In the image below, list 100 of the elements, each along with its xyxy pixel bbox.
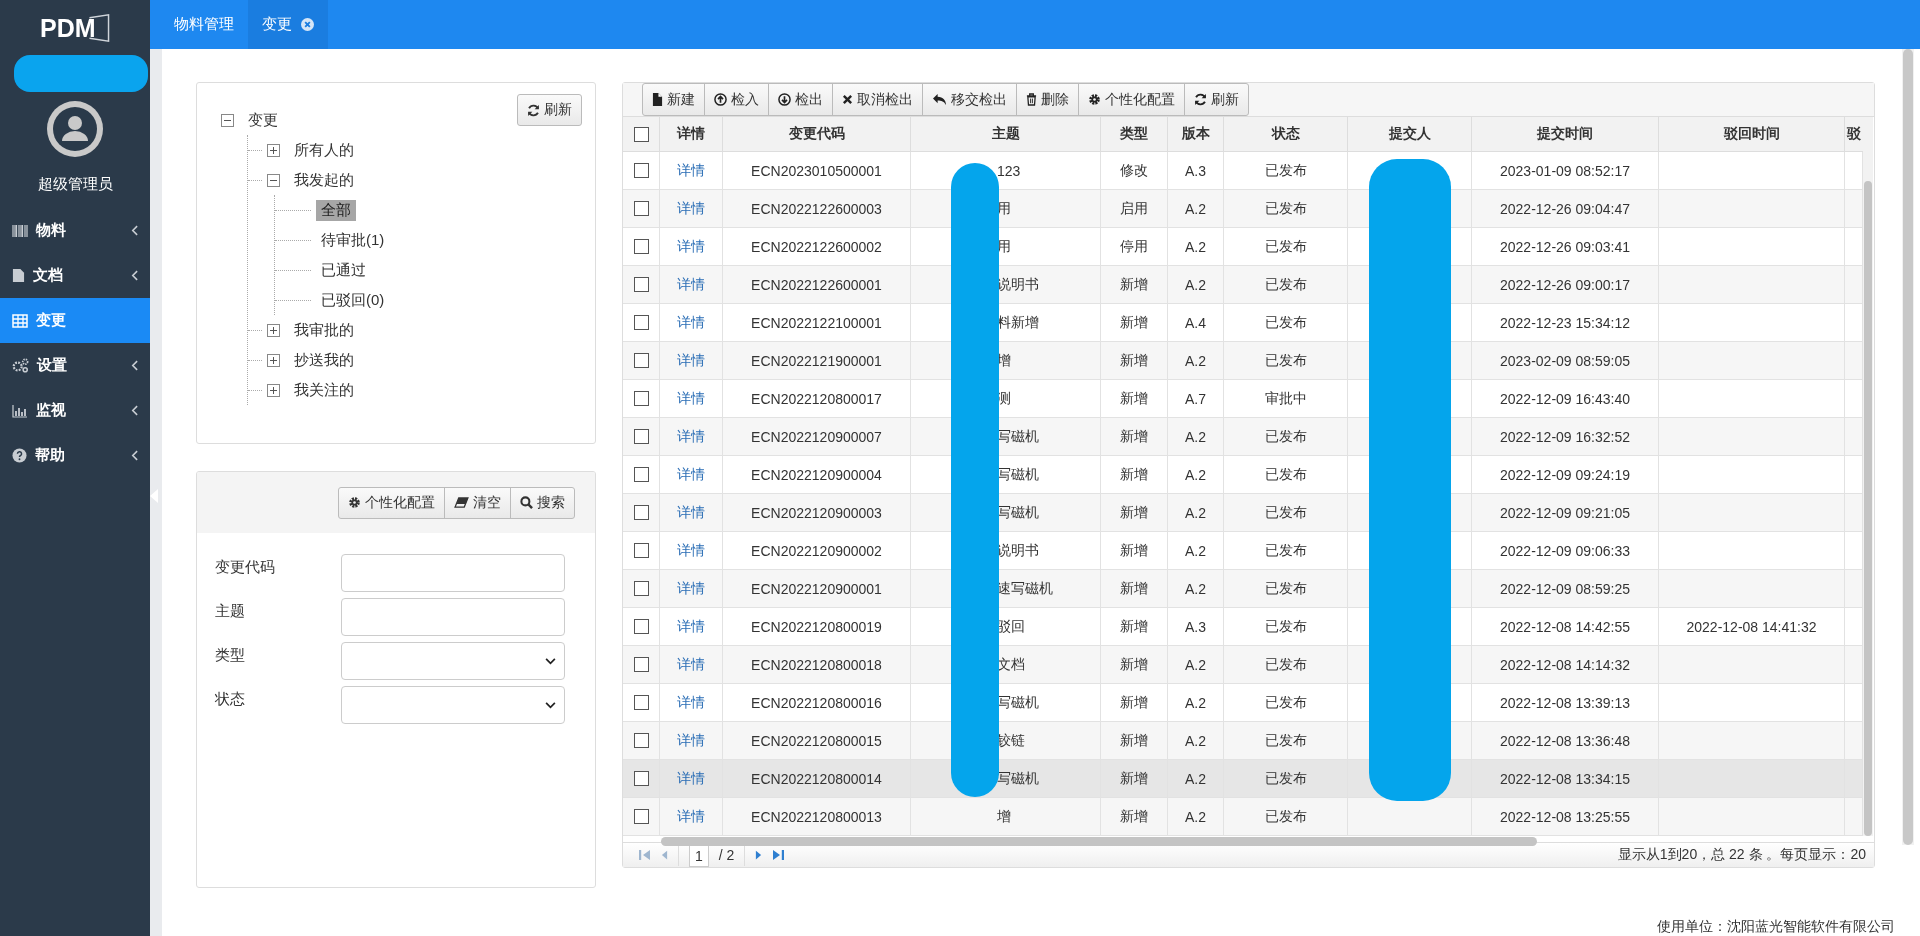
checkbox[interactable] [633,429,649,444]
toolbar-button[interactable]: 删除 [1016,83,1079,116]
tree-item[interactable]: 我发起的 [289,169,359,191]
checkbox[interactable] [633,695,649,710]
detail-link[interactable]: 详情 [677,617,705,636]
checkbox[interactable] [633,126,649,142]
detail-link[interactable]: 详情 [677,503,705,522]
collapse-icon[interactable] [267,173,280,187]
checkbox[interactable] [633,163,649,178]
column-header[interactable]: 版本 [1181,125,1210,143]
expand-icon[interactable] [267,143,280,157]
tree-item[interactable]: 全部 [316,199,356,221]
toolbar-button[interactable]: 检入 [704,83,769,116]
tree-item[interactable]: 已驳回(0) [316,289,390,311]
column-header[interactable]: 主题 [991,125,1020,143]
select-field[interactable] [341,686,565,724]
toolbar-button[interactable]: 移交检出 [922,83,1017,116]
select-field[interactable] [341,642,565,680]
column-header[interactable]: 详情 [677,125,705,143]
detail-link[interactable]: 详情 [677,579,705,598]
detail-link[interactable]: 详情 [677,731,705,750]
checkbox[interactable] [633,771,649,786]
toolbar-button[interactable]: 刷新 [1184,83,1249,116]
table-row[interactable]: 详情 ECN2022120800013 增 新增 A.2 已发布 2022-12-08 13:25:55 [623,798,1863,836]
checkbox[interactable] [633,467,649,482]
input-field[interactable] [341,554,565,592]
expand-icon[interactable] [267,383,280,397]
clear-button[interactable]: 清空 [444,486,511,519]
detail-link[interactable]: 详情 [677,655,705,674]
detail-link[interactable]: 详情 [677,199,705,218]
sidebar-item[interactable]: 文档 [0,253,150,298]
checkbox[interactable] [633,391,649,406]
table-row[interactable]: 详情 ECN2022120800014 写磁机 新增 A.2 已发布 2022-12-08 13:34:15 [623,760,1863,798]
toolbar-button[interactable]: 取消检出 [832,83,923,116]
tree-item[interactable]: 抄送我的 [289,349,359,371]
checkbox[interactable] [633,201,649,216]
collapse-icon[interactable] [221,113,234,127]
sidebar-item[interactable]: 帮助 [0,433,150,478]
column-header[interactable]: 驳 [1847,125,1861,143]
checkbox[interactable] [633,809,649,824]
tab[interactable]: 物料管理 [160,0,248,49]
checkbox[interactable] [633,657,649,672]
detail-link[interactable]: 详情 [677,693,705,712]
input-field[interactable] [341,598,565,636]
checkbox[interactable] [633,619,649,634]
detail-link[interactable]: 详情 [677,427,705,446]
tree-item[interactable]: 变更 [243,109,283,131]
sidebar-item[interactable]: 变更 [0,298,150,343]
sidebar-item[interactable]: 监视 [0,388,150,433]
tree-item[interactable]: 待审批(1) [316,229,390,251]
tree-item[interactable]: 已通过 [316,259,371,281]
close-icon[interactable] [301,18,314,31]
column-header[interactable]: 驳回时间 [1723,125,1780,143]
scrollbar-thumb[interactable] [1864,181,1872,836]
detail-link[interactable]: 详情 [677,161,705,180]
column-header[interactable]: 变更代码 [788,125,845,143]
expand-icon[interactable] [267,353,280,367]
next-page-icon[interactable] [755,849,763,861]
refresh-button[interactable]: 刷新 [517,94,582,126]
column-header[interactable]: 类型 [1120,125,1148,143]
tree-item[interactable]: 我关注的 [289,379,359,401]
toolbar-button[interactable]: 检出 [768,83,833,116]
checkbox[interactable] [633,353,649,368]
checkbox[interactable] [633,581,649,596]
tree-item[interactable]: 所有人的 [289,139,359,161]
detail-link[interactable]: 详情 [677,313,705,332]
detail-link[interactable]: 详情 [677,541,705,560]
expand-icon[interactable] [267,323,280,337]
column-header[interactable]: 状态 [1271,125,1300,143]
checkbox[interactable] [633,315,649,330]
scrollbar-thumb[interactable] [661,837,1537,846]
detail-link[interactable]: 详情 [677,389,705,408]
checkbox[interactable] [633,543,649,558]
toolbar-button[interactable]: 个性化配置 [1078,83,1185,116]
sidebar-item[interactable]: 物料 [0,208,150,253]
toolbar-button[interactable]: 新建 [642,83,705,116]
detail-link[interactable]: 详情 [677,465,705,484]
detail-link[interactable]: 详情 [677,275,705,294]
checkbox[interactable] [633,239,649,254]
sidebar-item[interactable]: 设置 [0,343,150,388]
tab[interactable]: 变更 [248,0,328,49]
scrollbar-thumb[interactable] [1903,49,1913,845]
detail-link[interactable]: 详情 [677,769,705,788]
search-button[interactable]: 搜索 [510,486,575,519]
checkbox[interactable] [633,505,649,520]
detail-link[interactable]: 详情 [677,351,705,370]
last-page-icon[interactable] [772,849,785,861]
detail-link[interactable]: 详情 [677,807,705,826]
column-header[interactable]: 提交时间 [1537,125,1593,143]
tree-item[interactable]: 我审批的 [289,319,359,341]
column-header[interactable]: 提交人 [1388,125,1431,143]
table-row[interactable]: 详情 ECN2022122600002 用 停用 A.2 已发布 2022-12-26 09:03:41 [623,228,1863,266]
checkbox[interactable] [633,277,649,292]
table-row[interactable]: 详情 ECN2022120900001 速写磁机 新增 A.2 已发布 2022-12-09 08:59:25 [623,570,1863,608]
table-row[interactable]: 详情 ECN2022122600003 用 启用 A.2 已发布 2022-12-26 09:04:47 [623,190,1863,228]
settings-button[interactable]: 个性化配置 [338,486,445,519]
detail-link[interactable]: 详情 [677,237,705,256]
table-row[interactable]: 详情 ECN2022122600001 说明书 新增 A.2 已发布 2022-12-26 09:00:17 [623,266,1863,304]
table-row[interactable]: 详情 ECN2022120900002 说明书 新增 A.2 已发布 2022-12-09 09:06:33 [623,532,1863,570]
table-row[interactable]: 详情 ECN2023010500001 123 修改 A.3 已发布 2023-01-09 08:52:17 [623,152,1863,190]
